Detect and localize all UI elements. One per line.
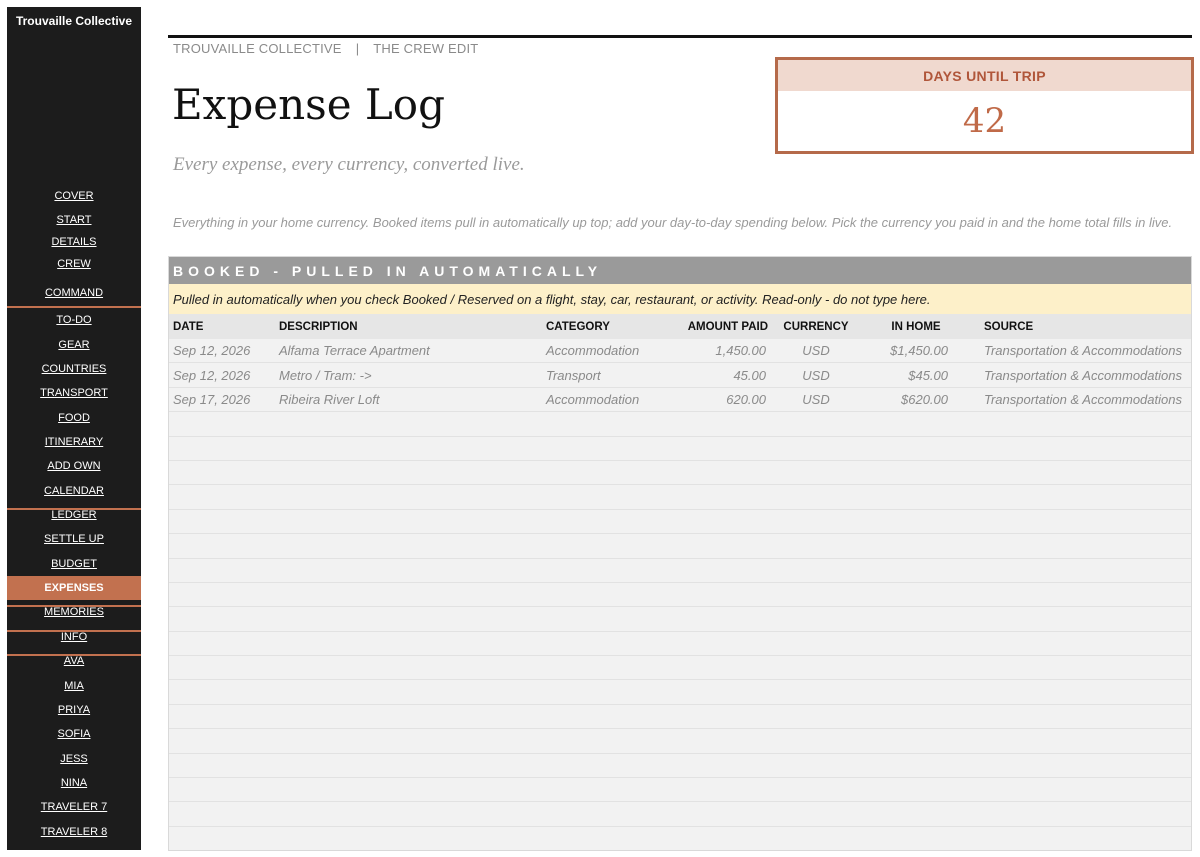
cell-source: Transportation & Accommodations: [984, 343, 1182, 359]
col-description: DESCRIPTION: [279, 320, 358, 333]
table-row: [169, 534, 1191, 559]
sidebar-item-gear[interactable]: GEAR: [7, 333, 141, 357]
sidebar-divider: [7, 630, 141, 632]
cell-category: Accommodation: [546, 391, 640, 407]
sidebar-item-sofia[interactable]: SOFIA: [7, 722, 141, 746]
sidebar-item-start[interactable]: START: [7, 208, 141, 232]
cell-amount-paid: 620.00: [726, 391, 766, 407]
table-row: [169, 436, 1191, 461]
cell-source: Transportation & Accommodations: [984, 391, 1182, 407]
table-row: [169, 656, 1191, 681]
sidebar-divider: [7, 605, 141, 607]
sidebar-item-jess[interactable]: JESS: [7, 747, 141, 771]
sidebar-item-settle-up[interactable]: SETTLE UP: [7, 527, 141, 551]
table-row: [169, 607, 1191, 632]
sidebar-item-food[interactable]: FOOD: [7, 406, 141, 430]
sidebar-item-ava[interactable]: AVA: [7, 649, 141, 673]
sidebar-item-mia[interactable]: MIA: [7, 674, 141, 698]
cell-date: Sep 12, 2026: [173, 367, 251, 383]
table-row: Sep 12, 2026 Metro / Tram: -> Transport 45.…: [169, 363, 1191, 388]
sidebar-item-cover[interactable]: COVER: [7, 184, 141, 208]
sidebar-item-to-do[interactable]: TO-DO: [7, 308, 141, 332]
page-title: Expense Log: [172, 80, 445, 129]
table-row: [169, 412, 1191, 437]
col-date: DATE: [173, 320, 204, 333]
cell-date: Sep 12, 2026: [173, 343, 251, 359]
sidebar-item-ledger[interactable]: LEDGER: [7, 503, 141, 527]
sidebar-item-add-own[interactable]: ADD OWN: [7, 454, 141, 478]
cell-currency: USD: [802, 391, 830, 407]
sidebar-divider: [7, 306, 141, 308]
table-row: [169, 704, 1191, 730]
table-header: DATE DESCRIPTION CATEGORY AMOUNT PAID CU…: [169, 314, 1191, 339]
cell-in-home: $620.00: [901, 391, 948, 407]
cell-category: Transport: [546, 367, 601, 383]
sidebar-item-calendar[interactable]: CALENDAR: [7, 479, 141, 503]
cell-source: Transportation & Accommodations: [984, 367, 1182, 383]
table-row: [169, 631, 1191, 657]
countdown-value: 42: [962, 101, 1007, 141]
col-category: CATEGORY: [546, 320, 610, 333]
sidebar-divider: [7, 581, 141, 583]
cell-in-home: $1,450.00: [890, 343, 948, 359]
countdown-label: DAYS UNTIL TRIP: [778, 60, 1191, 91]
cell-date: Sep 17, 2026: [173, 391, 251, 407]
page-tagline: Every expense, every currency, converted…: [173, 154, 525, 175]
countdown-card: DAYS UNTIL TRIP 42: [775, 57, 1194, 154]
cell-amount-paid: 1,450.00: [715, 343, 766, 359]
booked-section-title: BOOKED - PULLED IN AUTOMATICALLY: [169, 257, 1191, 284]
sidebar-item-priya[interactable]: PRIYA: [7, 698, 141, 722]
col-amount-paid: AMOUNT PAID: [687, 320, 768, 333]
cell-description: Metro / Tram: ->: [279, 367, 372, 383]
table-body: Sep 12, 2026 Alfama Terrace Apartment Acco…: [169, 339, 1191, 827]
col-in-home: IN HOME: [891, 320, 941, 333]
table-row: Sep 17, 2026 Ribeira River Loft Accommodat…: [169, 387, 1191, 413]
sidebar-item-info[interactable]: INFO: [7, 625, 141, 649]
sidebar-item-crew[interactable]: CREW: [7, 252, 141, 276]
header-rule: [168, 35, 1192, 38]
cell-category: Accommodation: [546, 343, 640, 359]
cell-currency: USD: [802, 343, 830, 359]
table-row: [169, 509, 1191, 535]
col-source: SOURCE: [984, 320, 1034, 333]
booked-section: BOOKED - PULLED IN AUTOMATICALLY Pulled …: [168, 256, 1192, 851]
sidebar: Trouvaille Collective COVER START DETAILS C…: [7, 7, 141, 850]
sidebar-item-details[interactable]: DETAILS: [7, 230, 141, 254]
cell-currency: USD: [802, 367, 830, 383]
sidebar-item-nina[interactable]: NINA: [7, 771, 141, 795]
table-row: [169, 778, 1191, 803]
table-row: [169, 485, 1191, 510]
page-intro: Everything in your home currency. Booked…: [173, 215, 1173, 230]
table-row: [169, 802, 1191, 827]
sidebar-item-command[interactable]: COMMAND: [7, 281, 141, 305]
sidebar-item-itinerary[interactable]: ITINERARY: [7, 430, 141, 454]
sidebar-item-expenses[interactable]: EXPENSES: [7, 576, 141, 600]
sidebar-divider: [7, 508, 141, 510]
sidebar-item-transport[interactable]: TRANSPORT: [7, 381, 141, 405]
sidebar-item-traveler-8[interactable]: TRAVELER 8: [7, 820, 141, 844]
cell-description: Ribeira River Loft: [279, 391, 380, 407]
breadcrumb: TROUVAILLE COLLECTIVE | THE CREW EDIT: [173, 41, 478, 56]
table-row: [169, 680, 1191, 705]
breadcrumb-brand[interactable]: TROUVAILLE COLLECTIVE: [173, 41, 342, 56]
table-row: [169, 558, 1191, 583]
sidebar-item-countries[interactable]: COUNTRIES: [7, 357, 141, 381]
brand-title: Trouvaille Collective: [15, 14, 133, 28]
cell-in-home: $45.00: [908, 367, 948, 383]
col-currency: CURRENCY: [783, 320, 849, 333]
table-row: [169, 582, 1191, 608]
sidebar-item-memories[interactable]: MEMORIES: [7, 600, 141, 624]
sidebar-item-budget[interactable]: BUDGET: [7, 552, 141, 576]
cell-description: Alfama Terrace Apartment: [279, 343, 430, 359]
sidebar-item-traveler-7[interactable]: TRAVELER 7: [7, 795, 141, 819]
table-row: Sep 12, 2026 Alfama Terrace Apartment Acco…: [169, 339, 1191, 364]
table-row: [169, 729, 1191, 754]
sidebar-divider: [7, 654, 141, 656]
booked-notice: Pulled in automatically when you check B…: [169, 284, 1191, 314]
breadcrumb-edition[interactable]: THE CREW EDIT: [373, 41, 478, 56]
table-row: [169, 753, 1191, 779]
table-row: [169, 460, 1191, 486]
cell-amount-paid: 45.00: [733, 367, 766, 383]
breadcrumb-separator: |: [355, 41, 360, 56]
